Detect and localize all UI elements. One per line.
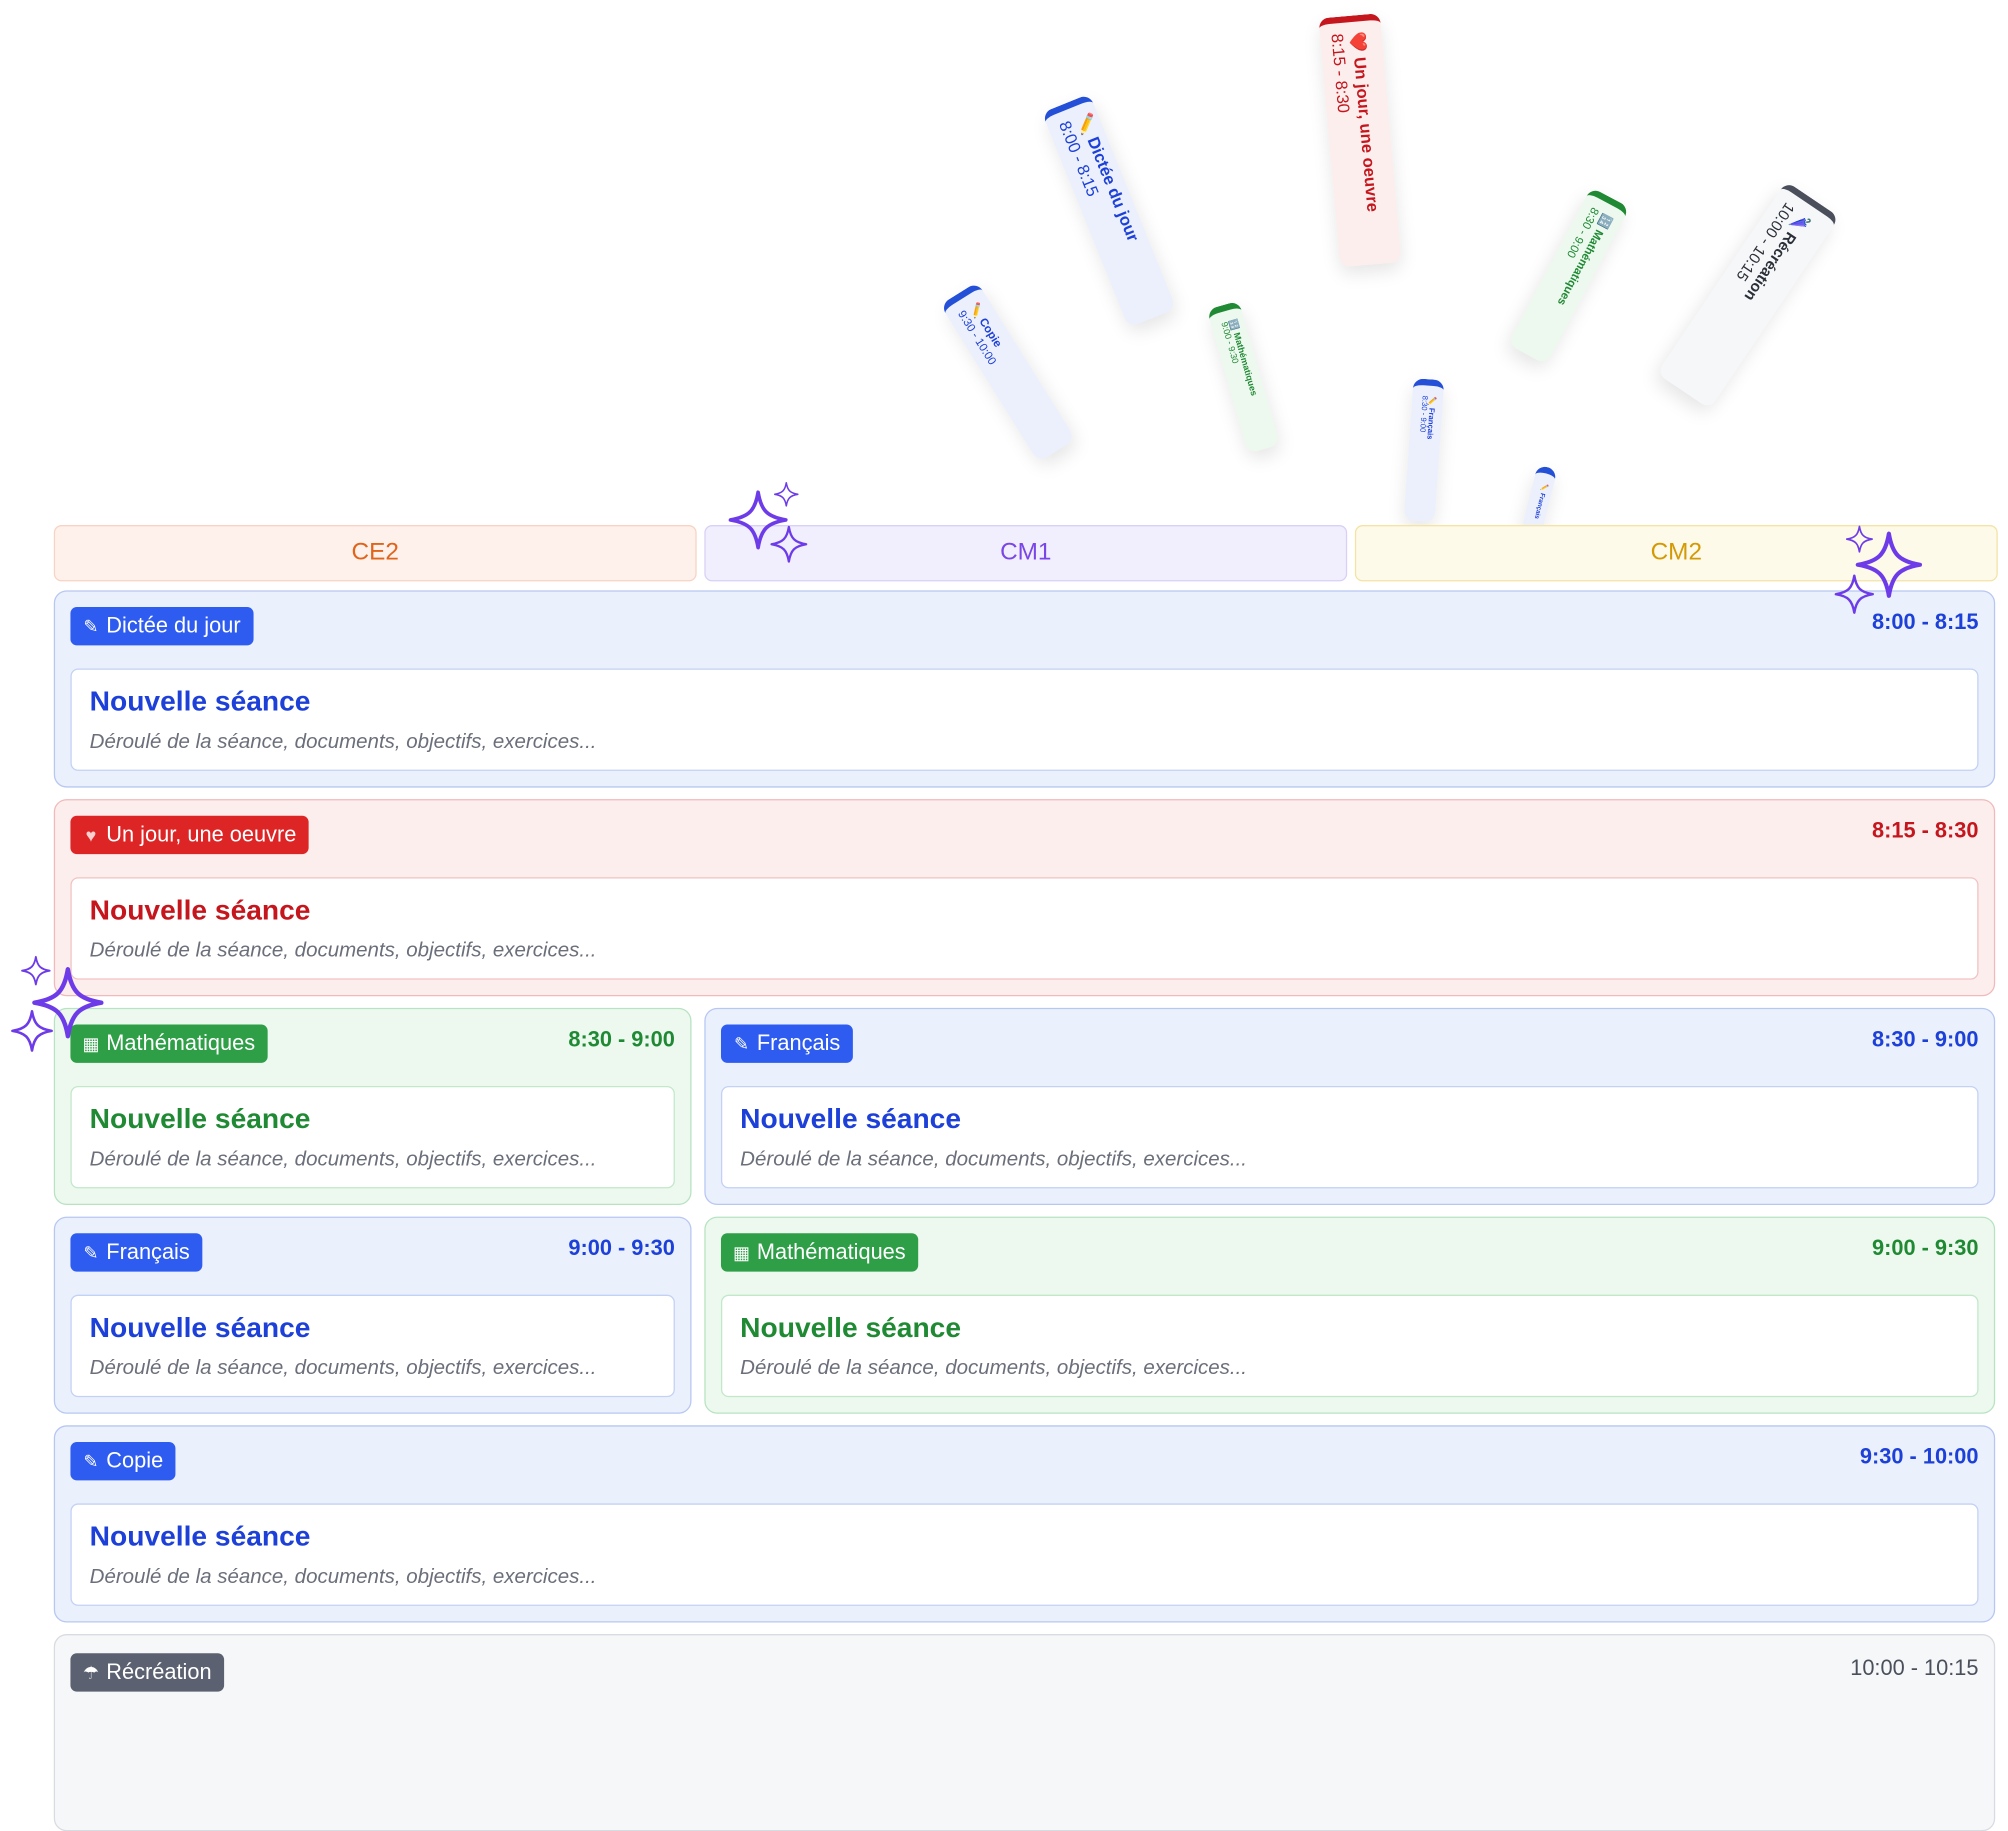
sparkle-icon [1834, 574, 1875, 615]
session-block-recreation[interactable]: ☂ Récréation 10:00 - 10:15 [53, 1634, 1996, 1831]
session-title: Nouvelle séance [89, 685, 311, 718]
sparkle-icon [770, 525, 808, 563]
session-time: 9:30 - 10:00 [1859, 1444, 1979, 1469]
session-block-dictee[interactable]: ✎ Dictée du jour 8:00 - 8:15 Nouvelle séa… [53, 590, 1996, 788]
sparkle-icon [20, 955, 51, 986]
floating-card-maths-2: 🔢 Mathématiques 9:00 - 9:30 [1206, 300, 1281, 454]
session-card[interactable]: Nouvelle séance Déroulé de la séance, do… [70, 1503, 1979, 1606]
session-card[interactable]: Nouvelle séance Déroulé de la séance, do… [70, 877, 1979, 980]
session-description: Déroulé de la séance, documents, objecti… [89, 939, 597, 962]
subject-tag: ☂ Récréation [70, 1653, 225, 1692]
floating-card-dictee: ✏️ Dictée du jour 8:00 - 8:15 [1041, 93, 1177, 328]
heart-icon: ♥ [85, 824, 97, 846]
session-description: Déroulé de la séance, documents, objecti… [89, 1357, 597, 1380]
session-title: Nouvelle séance [89, 1102, 311, 1135]
sparkle-icon [10, 1009, 54, 1053]
sparkle-icon [1845, 525, 1873, 553]
session-title: Nouvelle séance [740, 1311, 962, 1344]
floating-card-un-jour: ❤️ Un jour, une oeuvre 8:15 - 8:30 [1318, 13, 1402, 268]
session-description: Déroulé de la séance, documents, objecti… [89, 1148, 597, 1171]
session-time: 9:00 - 9:30 [1872, 1235, 1979, 1261]
subject-tag: ✎ Dictée du jour [70, 607, 254, 646]
session-title: Nouvelle séance [89, 1311, 311, 1344]
pencil-icon: ✎ [83, 1450, 99, 1472]
subject-tag: ✎ Français [70, 1233, 203, 1272]
session-description: Déroulé de la séance, documents, objecti… [89, 731, 597, 753]
session-time: 9:00 - 9:30 [568, 1235, 675, 1261]
session-time: 8:30 - 9:00 [1872, 1027, 1979, 1052]
session-time: 8:30 - 9:00 [568, 1027, 675, 1052]
sparkle-icon [773, 482, 799, 508]
session-card[interactable]: Nouvelle séance Déroulé de la séance, do… [70, 668, 1979, 771]
session-card[interactable]: Nouvelle séance Déroulé de la séance, do… [70, 1294, 675, 1398]
session-block-francais-ce2[interactable]: ✎ Français 9:00 - 9:30 Nouvelle séance Dé… [53, 1216, 692, 1414]
floating-card-recreation: 🌂 Récréation 10:00 - 10:15 [1656, 181, 1840, 410]
umbrella-icon: ☂ [82, 1662, 99, 1683]
session-time: 10:00 - 10:15 [1850, 1655, 1979, 1681]
floating-card-copie: ✏️ Copie 9:30 - 10:00 [940, 281, 1076, 463]
session-title: Nouvelle séance [89, 1520, 311, 1553]
subject-tag: ♥ Un jour, une oeuvre [70, 815, 310, 855]
session-card[interactable]: Nouvelle séance Déroulé de la séance, do… [720, 1294, 1979, 1398]
session-description: Déroulé de la séance, documents, objecti… [740, 1357, 1248, 1380]
session-time: 8:15 - 8:30 [1872, 818, 1979, 843]
session-description: Déroulé de la séance, documents, objecti… [89, 1566, 597, 1588]
subject-tag: ✎ Français [720, 1024, 854, 1063]
session-description: Déroulé de la séance, documents, objecti… [740, 1148, 1248, 1171]
floating-card-francais-1: ✏️ Français 8:30 - 9:00 [1403, 378, 1445, 523]
session-block-copie[interactable]: ✎ Copie 9:30 - 10:00 Nouvelle séance Déro… [53, 1425, 1996, 1623]
subject-tag: ▦ Mathématiques [720, 1233, 919, 1272]
numbers-icon: ▦ [732, 1242, 750, 1263]
floating-card-maths-1: 🔢 Mathématiques 8:30 - 9:00 [1507, 187, 1630, 365]
session-title: Nouvelle séance [740, 1102, 962, 1135]
session-title: Nouvelle séance [89, 893, 311, 926]
session-card[interactable]: Nouvelle séance Déroulé de la séance, do… [720, 1085, 1979, 1189]
session-block-maths-cm[interactable]: ▦ Mathématiques 9:00 - 9:30 Nouvelle séan… [704, 1216, 1996, 1414]
class-header-ce2[interactable]: CE2 [53, 525, 697, 582]
session-block-francais-cm[interactable]: ✎ Français 8:30 - 9:00 Nouvelle séance Dé… [704, 1007, 1996, 1206]
pencil-icon: ✎ [83, 615, 99, 637]
subject-tag: ✎ Copie [70, 1441, 176, 1481]
session-block-un-jour[interactable]: ♥ Un jour, une oeuvre 8:15 - 8:30 Nouvell… [53, 799, 1996, 997]
session-block-maths-ce2[interactable]: ▦ Mathématiques 8:30 - 9:00 Nouvelle séan… [53, 1007, 692, 1206]
session-card[interactable]: Nouvelle séance Déroulé de la séance, do… [70, 1085, 675, 1189]
session-time: 8:00 - 8:15 [1872, 609, 1979, 634]
pencil-icon: ✎ [83, 1242, 99, 1263]
pencil-icon: ✎ [733, 1033, 749, 1054]
